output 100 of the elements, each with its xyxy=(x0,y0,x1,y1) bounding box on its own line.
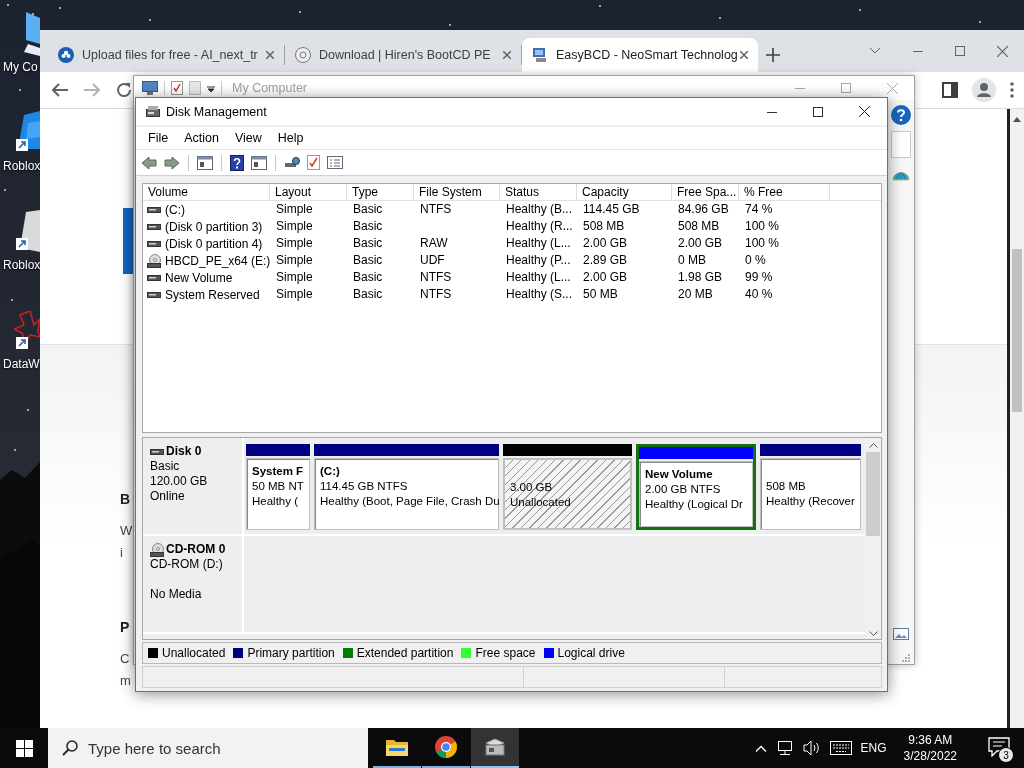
table-cell-text: 2.89 GB xyxy=(582,252,629,269)
table-cell-text: 508 MB xyxy=(582,218,626,235)
menu-item[interactable]: Help xyxy=(269,131,312,145)
scroll-down-icon[interactable] xyxy=(868,631,878,636)
taskbar-app[interactable] xyxy=(471,728,519,768)
table-cell-text: Basic xyxy=(352,269,384,286)
scroll-up-icon[interactable] xyxy=(868,443,878,448)
scrollbar[interactable] xyxy=(1010,109,1024,728)
clock-time[interactable]: 9:36 AM xyxy=(908,732,953,748)
partition-size: 114.45 GB NTFS xyxy=(320,479,409,494)
table-cell: HBCD_PE_x64 (E:) xyxy=(165,253,271,268)
chevron-up-icon[interactable] xyxy=(754,744,767,752)
column-header[interactable]: Type xyxy=(347,184,414,201)
page-text: C xyxy=(120,650,130,668)
help-icon[interactable] xyxy=(230,154,244,171)
column-header[interactable]: Volume xyxy=(143,184,270,201)
desktop-icon-label[interactable]: DataW xyxy=(3,357,40,371)
network-icon[interactable] xyxy=(775,740,794,756)
table-cell-text: 1.98 GB xyxy=(677,269,724,286)
text-field[interactable] xyxy=(891,131,911,158)
forward-icon[interactable] xyxy=(164,155,180,170)
desktop-icon-label[interactable]: My Co xyxy=(3,60,38,74)
column-header[interactable]: Layout xyxy=(270,184,347,201)
browser-tab[interactable]: EasyBCD - NeoSmart Technolog xyxy=(522,38,758,72)
browser-logo-icon xyxy=(435,736,457,758)
resize-grip-icon[interactable] xyxy=(902,654,910,662)
volume-icon[interactable] xyxy=(802,740,821,756)
computer-icon xyxy=(532,47,548,63)
language-indicator[interactable]: ENG xyxy=(860,741,887,755)
table-cell-text: 2.00 GB xyxy=(582,269,629,286)
table-cell-text: Healthy (R... xyxy=(505,218,574,235)
table-cell: (Disk 0 partition 3) xyxy=(165,219,263,234)
page-text: i xyxy=(120,544,123,562)
checklist-icon[interactable] xyxy=(171,81,183,95)
close-icon[interactable] xyxy=(858,106,870,117)
table-cell-text: NTFS xyxy=(419,286,453,303)
column-header[interactable]: % Free xyxy=(739,184,830,201)
menu-item[interactable]: Action xyxy=(176,131,227,145)
table-cell-text: UDF xyxy=(419,252,446,269)
scroll-thumb[interactable] xyxy=(1012,249,1022,412)
table-cell: (C:) xyxy=(165,202,185,217)
image-icon[interactable] xyxy=(893,628,909,640)
disk-status: No Media xyxy=(150,587,203,602)
profile-icon[interactable] xyxy=(972,78,996,102)
close-icon[interactable] xyxy=(740,51,748,59)
checklist-icon[interactable] xyxy=(307,155,320,170)
drive-icon xyxy=(147,238,161,249)
back-icon[interactable] xyxy=(52,83,68,97)
partition-header-bar xyxy=(246,444,310,456)
computer-icon[interactable] xyxy=(142,81,158,95)
column-header[interactable]: Status xyxy=(500,184,577,201)
clock-date[interactable]: 3/28/2022 xyxy=(903,748,957,764)
new-tab-icon[interactable] xyxy=(766,48,780,62)
disk-status: Online xyxy=(150,489,186,504)
table-cell-text: Healthy (L... xyxy=(505,269,572,286)
page-text: m xyxy=(120,672,131,690)
table-cell-text: 74 % xyxy=(744,201,774,218)
panel-icon[interactable] xyxy=(197,155,213,170)
desktop-icon-label[interactable]: Roblox xyxy=(3,258,41,272)
maximize-icon[interactable] xyxy=(813,106,823,117)
connect-icon[interactable] xyxy=(284,155,300,170)
list-icon[interactable] xyxy=(327,156,343,169)
cd-drive-icon xyxy=(150,542,164,557)
keyboard-icon[interactable] xyxy=(829,741,852,755)
browser-tab[interactable]: Download | Hiren's BootCD PE xyxy=(285,38,521,72)
side-panel-icon[interactable] xyxy=(942,82,958,98)
table-cell: (Disk 0 partition 4) xyxy=(165,236,263,251)
help-icon[interactable] xyxy=(891,105,911,125)
table-cell-text: 50 MB xyxy=(582,286,619,303)
desktop-icon-label[interactable]: Roblox xyxy=(3,159,41,173)
reload-icon[interactable] xyxy=(116,82,132,98)
disk-size: 120.00 GB xyxy=(150,474,209,489)
scroll-thumb[interactable] xyxy=(866,452,880,536)
table-cell-text: RAW xyxy=(419,235,449,252)
menu-item[interactable]: File xyxy=(140,131,177,145)
column-header[interactable]: Capacity xyxy=(577,184,672,201)
browser-tab[interactable]: Upload files for free - AI_next_tr xyxy=(48,38,284,72)
table-cell-text: 100 % xyxy=(744,218,781,235)
table-cell: System Reserved xyxy=(165,287,260,302)
table-cell-text: Healthy (L... xyxy=(505,235,572,252)
table-cell-text: 2.00 GB xyxy=(677,235,724,252)
table-cell-text: 114.45 GB xyxy=(582,201,641,218)
search-field[interactable]: Type here to search xyxy=(48,728,368,768)
chevron-down-icon[interactable] xyxy=(869,47,881,55)
menu-icon[interactable] xyxy=(1010,82,1014,98)
window-title: Disk Management xyxy=(166,104,267,119)
legend-label: Extended partition xyxy=(356,646,454,660)
column-header[interactable]: Free Spa... xyxy=(672,184,739,201)
column-header[interactable]: File System xyxy=(414,184,500,201)
dropdown-icon[interactable] xyxy=(207,84,215,92)
legend-label: Logical drive xyxy=(557,646,625,660)
scroll-up-icon[interactable] xyxy=(1013,117,1021,122)
notification-icon[interactable] xyxy=(988,737,1010,757)
menu-item[interactable]: View xyxy=(226,131,270,145)
table-cell-text: Healthy (S... xyxy=(505,286,574,303)
back-icon[interactable] xyxy=(141,155,157,170)
table-cell-text: 508 MB xyxy=(677,218,721,235)
panel-icon[interactable] xyxy=(251,155,267,170)
disk-drive-icon xyxy=(146,104,160,119)
computer-icon xyxy=(22,12,40,58)
